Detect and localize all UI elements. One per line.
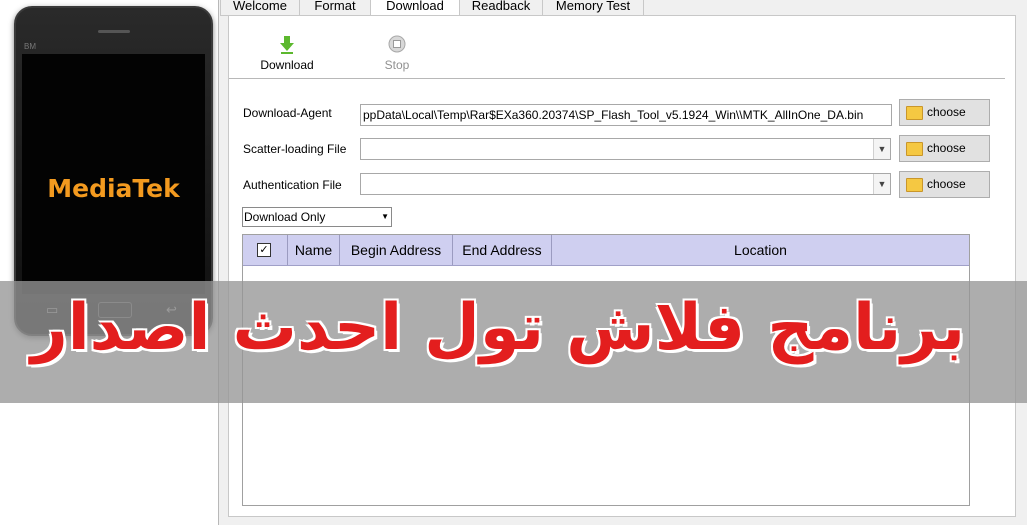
tab-readback[interactable]: Readback <box>459 0 543 16</box>
choose-authentication-button[interactable]: choose <box>899 171 990 198</box>
scatter-loading-dropdown[interactable]: ▼ <box>360 138 891 160</box>
choose-scatter-button[interactable]: choose <box>899 135 990 162</box>
tab-format[interactable]: Format <box>299 0 371 16</box>
banner-title: برنامج فلاش تول احدث اصدار <box>30 291 965 365</box>
download-mode-value: Download Only <box>244 210 326 224</box>
select-all-checkbox[interactable]: ✓ <box>257 243 271 257</box>
download-arrow-icon <box>280 36 294 54</box>
folder-icon <box>906 106 923 120</box>
choose-label: choose <box>927 105 966 119</box>
stop-button-label: Stop <box>384 58 410 72</box>
choose-label: choose <box>927 141 966 155</box>
select-all-column: ✓ <box>243 235 288 265</box>
column-location[interactable]: Location <box>552 235 969 265</box>
chevron-down-icon: ▼ <box>381 212 389 221</box>
tab-welcome[interactable]: Welcome <box>220 0 300 16</box>
folder-icon <box>906 178 923 192</box>
stop-icon <box>388 35 406 53</box>
tab-memory-test[interactable]: Memory Test <box>542 0 644 16</box>
column-end-address[interactable]: End Address <box>453 235 552 265</box>
table-header: ✓ Name Begin Address End Address Locatio… <box>243 235 969 266</box>
download-mode-select[interactable]: Download Only ▼ <box>242 207 392 227</box>
download-agent-field[interactable]: ppData\Local\Temp\Rar$EXa360.20374\SP_Fl… <box>360 104 892 126</box>
phone-speaker <box>98 30 130 33</box>
download-button-label: Download <box>260 58 314 72</box>
download-button[interactable]: Download <box>252 34 322 72</box>
chevron-down-icon[interactable]: ▼ <box>873 139 890 159</box>
mediatek-logo: MediaTek <box>47 174 180 203</box>
chevron-down-icon[interactable]: ▼ <box>873 174 890 194</box>
tab-bar: Welcome Format Download Readback Memory … <box>219 0 1027 16</box>
title-banner: برنامج فلاش تول احدث اصدار <box>0 281 1027 403</box>
flash-tool-window: Welcome Format Download Readback Memory … <box>218 0 1027 525</box>
download-agent-label: Download-Agent <box>243 106 332 120</box>
authentication-file-dropdown[interactable]: ▼ <box>360 173 891 195</box>
phone-screen: MediaTek <box>22 54 205 294</box>
toolbar: Download Stop <box>229 16 1005 79</box>
choose-label: choose <box>927 177 966 191</box>
authentication-file-label: Authentication File <box>243 178 342 192</box>
column-begin-address[interactable]: Begin Address <box>340 235 453 265</box>
download-panel: Download Stop Download-Agent ppData\Loca… <box>228 15 1016 517</box>
column-name[interactable]: Name <box>288 235 340 265</box>
scatter-loading-label: Scatter-loading File <box>243 142 347 156</box>
phone-brand-small: BM <box>24 42 36 51</box>
stop-button[interactable]: Stop <box>362 34 432 72</box>
choose-download-agent-button[interactable]: choose <box>899 99 990 126</box>
folder-icon <box>906 142 923 156</box>
tab-download[interactable]: Download <box>370 0 460 16</box>
